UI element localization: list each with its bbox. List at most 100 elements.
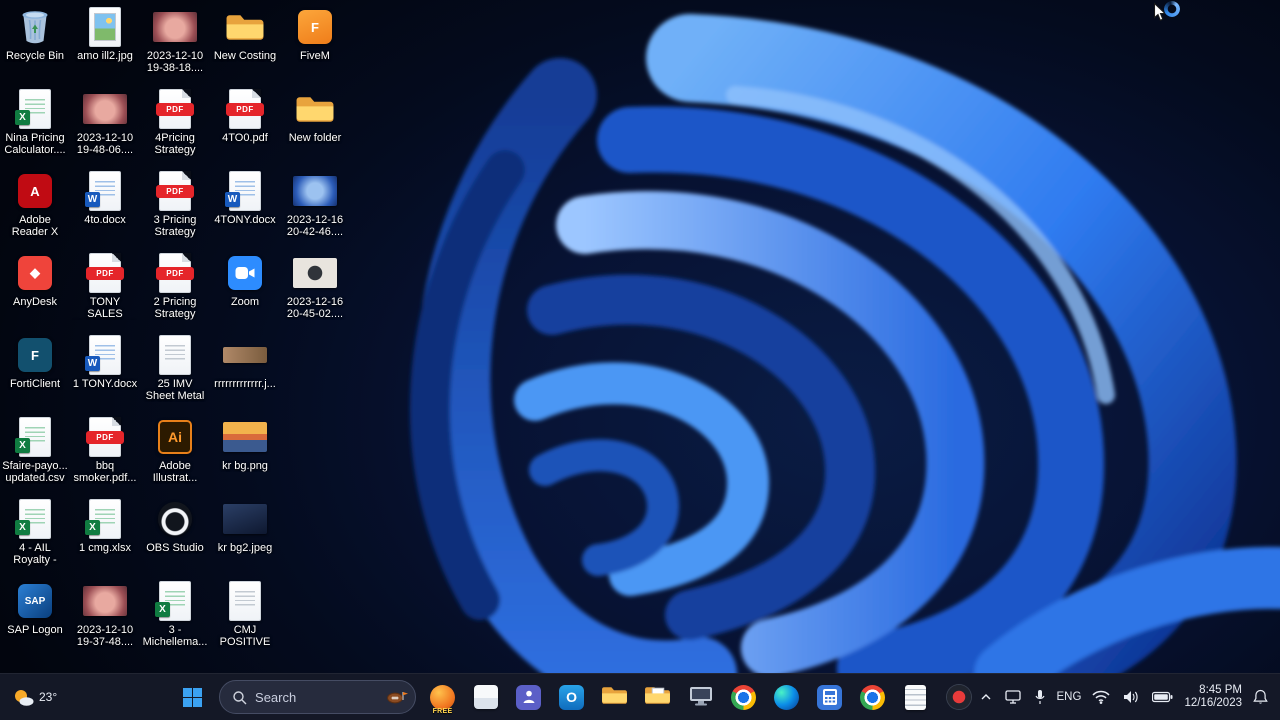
desktop-icon[interactable]: PDF bbq smoker.pdf... [71, 416, 139, 494]
desktop-icon[interactable]: rrrrrrrrrrrrr.j... [211, 334, 279, 412]
desktop-icon-label: Adobe Reader X [11, 214, 59, 238]
clock-time: 8:45 PM [1199, 684, 1242, 696]
teams-icon [516, 684, 542, 710]
wifi-icon[interactable] [1090, 688, 1112, 706]
desktop-icon[interactable]: 25 IMV Sheet Metal Parts [141, 334, 209, 412]
anydesk-icon: ◆ [18, 252, 52, 294]
desktop-icon[interactable]: PDF3 Pricing Strategy Ne... [141, 170, 209, 248]
outlook-taskbar-button[interactable]: O [553, 677, 591, 717]
desktop-icon-label: SAP Logon [7, 624, 63, 636]
desktop-icon[interactable]: SAP SAP Logon [1, 580, 69, 658]
desktop[interactable]: Recycle Bin amo ill2.jpg 2023-12-10 19-38-… [0, 0, 1280, 720]
taskbar: 23° Search FREE O ENG 8:45 PM 12/16/2023 [0, 673, 1280, 720]
folder-taskbar-button[interactable] [596, 677, 634, 717]
start-button[interactable] [175, 677, 209, 717]
free-badge: FREE [432, 708, 453, 715]
desktop-icon-label: 25 IMV Sheet Metal Parts [145, 378, 205, 402]
desktop-icon[interactable]: F FiveM [281, 6, 349, 84]
pdf-icon: PDF [156, 170, 194, 212]
calculator-taskbar-button[interactable] [811, 677, 849, 717]
document-icon [159, 334, 191, 376]
clock-date: 12/16/2023 [1184, 697, 1242, 709]
desktop-icon[interactable]: 2023-12-10 19-37-48.... [71, 580, 139, 658]
forti-icon: F [18, 334, 52, 376]
desktop-icon[interactable]: amo ill2.jpg [71, 6, 139, 84]
folder-icon [225, 6, 265, 48]
taskbar-app-row: FREE O [424, 677, 978, 717]
word-icon: W [85, 170, 121, 212]
desktop-icon[interactable]: New folder [281, 88, 349, 166]
battery-icon[interactable] [1150, 689, 1175, 705]
desktop-icon[interactable]: W 4to.docx [71, 170, 139, 248]
desktop-icon[interactable]: X Sfaire-payo... updated.csv [1, 416, 69, 494]
desktop-icon-label: FiveM [300, 50, 330, 62]
edge-taskbar-button[interactable] [768, 677, 806, 717]
desktop-icon[interactable]: PDF 4TO0.pdf [211, 88, 279, 166]
desktop-icon-label: New Costing [213, 50, 277, 62]
record-taskbar-button[interactable] [940, 677, 978, 717]
window-app-taskbar-button[interactable] [467, 677, 505, 717]
desktop-icon[interactable]: 2023-12-10 19-48-06.... [71, 88, 139, 166]
desktop-icon[interactable]: X4 - AIL Royalty - Ja... [1, 498, 69, 576]
desktop-icon[interactable]: A Adobe Reader X [1, 170, 69, 248]
orange-game-taskbar-button[interactable]: FREE [424, 677, 462, 717]
desktop-icon[interactable]: PDFTONY SALES RECIEPT.pd... [71, 252, 139, 330]
desktop-icon[interactable]: CMJ POSITIVE C... [211, 580, 279, 658]
image-icon [89, 6, 121, 48]
excel-icon: X [15, 88, 51, 130]
excel-icon: X [15, 498, 51, 540]
desktop-icon[interactable]: 2023-12-16 20-42-46.... [281, 170, 349, 248]
zoom-icon [228, 252, 262, 294]
desktop-icons: Recycle Bin amo ill2.jpg 2023-12-10 19-38-… [0, 0, 1280, 674]
fivem-icon: F [298, 6, 332, 48]
teams-taskbar-button[interactable] [510, 677, 548, 717]
windows-logo-icon [182, 687, 202, 707]
chrome-2-taskbar-button[interactable] [854, 677, 892, 717]
pdf-icon: PDF [156, 88, 194, 130]
desktop-icon[interactable]: X Nina Pricing Calculator.... [1, 88, 69, 166]
notification-bell-icon[interactable] [1251, 687, 1270, 707]
desktop-icon[interactable]: W 4TONY.docx [211, 170, 279, 248]
desktop-icon[interactable]: Recycle Bin [1, 6, 69, 84]
desktop-icon[interactable]: 2023-12-16 20-45-02.... [281, 252, 349, 330]
desktop-icon[interactable]: 2023-12-10 19-38-18.... [141, 6, 209, 84]
search-box[interactable]: Search [219, 680, 416, 714]
notes-taskbar-button[interactable] [897, 677, 935, 717]
desktop-icon[interactable]: ◆ AnyDesk [1, 252, 69, 330]
language-indicator[interactable]: ENG [1057, 691, 1082, 703]
desktop-icon[interactable]: kr bg.png [211, 416, 279, 494]
volume-icon[interactable] [1121, 688, 1141, 706]
desktop-icon-label: 4 - AIL Royalty - Ja... [13, 542, 57, 566]
desktop-icon[interactable]: X3 - Michellema... [141, 580, 209, 658]
search-highlights-football-icon[interactable] [386, 690, 409, 705]
desktop-icon-label: kr bg2.jpeg [217, 542, 273, 554]
weather-widget[interactable]: 23° [4, 684, 65, 711]
desktop-icon[interactable]: PDF4Pricing Strategy Ne... [141, 88, 209, 166]
media-light-icon [293, 252, 337, 294]
recycle-icon [19, 6, 51, 48]
illustrator-icon: Ai [158, 416, 192, 458]
desktop-icon[interactable]: OBS Studio [141, 498, 209, 576]
pdf-icon: PDF [156, 252, 194, 294]
reader-icon: A [18, 170, 52, 212]
desktop-icon[interactable]: New Costing [211, 6, 279, 84]
desktop-icon[interactable]: W 1 TONY.docx [71, 334, 139, 412]
thumb-sunset-icon [223, 416, 267, 458]
thumb-wide-icon [223, 334, 267, 376]
sap-icon: SAP [18, 580, 52, 622]
desktop-icon[interactable]: PDF2 Pricing Strategy Ne... [141, 252, 209, 330]
pdf-icon: PDF [226, 88, 264, 130]
clock[interactable]: 8:45 PM 12/16/2023 [1184, 684, 1242, 710]
desktop-icon[interactable]: Ai Adobe Illustrat... [141, 416, 209, 494]
tray-chevron-up-button[interactable] [978, 691, 994, 703]
desktop-icon[interactable]: Zoom [211, 252, 279, 330]
desktop-icon[interactable]: F FortiClient [1, 334, 69, 412]
microphone-icon[interactable] [1032, 687, 1048, 707]
monitor-taskbar-button[interactable] [682, 677, 720, 717]
chrome-taskbar-button[interactable] [725, 677, 763, 717]
tray-monitor-icon[interactable] [1003, 688, 1023, 706]
obs-icon [158, 498, 192, 540]
desktop-icon[interactable]: kr bg2.jpeg [211, 498, 279, 576]
folder-files-taskbar-button[interactable] [639, 677, 677, 717]
desktop-icon[interactable]: X 1 cmg.xlsx [71, 498, 139, 576]
